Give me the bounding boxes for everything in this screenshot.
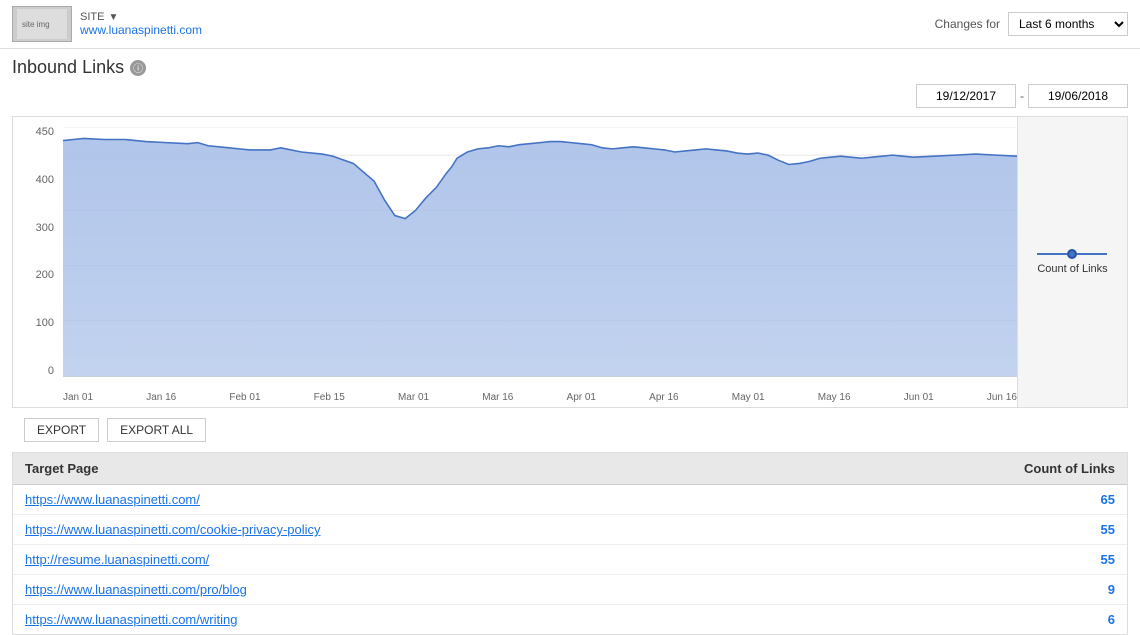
- y-axis: 450 400 300 200 100 0: [13, 127, 58, 377]
- chart-legend: Count of Links: [1017, 117, 1127, 407]
- y-label-0: 0: [48, 366, 54, 377]
- link-count: 65: [1055, 492, 1115, 507]
- x-label-mar16: Mar 16: [482, 392, 513, 403]
- chart-area: 450 400 300 200 100 0: [13, 117, 1017, 407]
- table-row: https://www.luanaspinetti.com/pro/blog 9: [13, 575, 1127, 605]
- period-select[interactable]: Last 6 monthsLast 3 monthsLast monthLast…: [1008, 12, 1128, 36]
- link-count: 55: [1055, 522, 1115, 537]
- x-label-apr01: Apr 01: [567, 392, 596, 403]
- legend-line-right: [1077, 253, 1107, 255]
- start-date-input[interactable]: [916, 84, 1016, 108]
- target-page-link[interactable]: https://www.luanaspinetti.com/writing: [25, 612, 237, 627]
- period-selector-area: Changes for Last 6 monthsLast 3 monthsLa…: [935, 12, 1128, 36]
- x-label-feb15: Feb 15: [314, 392, 345, 403]
- info-icon[interactable]: ⓘ: [130, 60, 146, 76]
- site-logo: site img: [12, 6, 72, 42]
- x-label-jan01: Jan 01: [63, 392, 93, 403]
- changes-for-label: Changes for: [935, 17, 1000, 31]
- target-page-link[interactable]: http://resume.luanaspinetti.com/: [25, 552, 209, 567]
- target-page-link[interactable]: https://www.luanaspinetti.com/cookie-pri…: [25, 522, 321, 537]
- link-count: 9: [1055, 582, 1115, 597]
- page-title: Inbound Links: [12, 57, 124, 78]
- top-bar: site img SITE ▼ www.luanaspinetti.com Ch…: [0, 0, 1140, 49]
- table-header: Target Page Count of Links: [13, 453, 1127, 485]
- table-row: https://www.luanaspinetti.com/writing 6: [13, 605, 1127, 634]
- legend-item: Count of Links: [1037, 249, 1107, 275]
- x-label-jun01: Jun 01: [904, 392, 934, 403]
- page-header: Inbound Links ⓘ: [0, 49, 1140, 84]
- y-label-300: 300: [36, 223, 54, 234]
- end-date-input[interactable]: [1028, 84, 1128, 108]
- site-details: SITE ▼ www.luanaspinetti.com: [80, 11, 202, 37]
- site-dropdown-arrow[interactable]: ▼: [108, 12, 118, 23]
- target-page-link[interactable]: https://www.luanaspinetti.com/pro/blog: [25, 582, 247, 597]
- legend-label: Count of Links: [1037, 263, 1107, 275]
- y-label-400: 400: [36, 175, 54, 186]
- chart-svg: [63, 127, 1017, 377]
- legend-line: [1037, 249, 1107, 259]
- target-page-link[interactable]: https://www.luanaspinetti.com/: [25, 492, 200, 507]
- svg-text:site img: site img: [22, 20, 50, 29]
- col-target-page: Target Page: [25, 461, 98, 476]
- x-label-may01: May 01: [732, 392, 765, 403]
- y-label-100: 100: [36, 318, 54, 329]
- site-url[interactable]: www.luanaspinetti.com: [80, 23, 202, 37]
- site-label[interactable]: SITE ▼: [80, 11, 202, 23]
- chart-section: 450 400 300 200 100 0: [12, 116, 1128, 408]
- table-row: https://www.luanaspinetti.com/cookie-pri…: [13, 515, 1127, 545]
- table-row: http://resume.luanaspinetti.com/55: [13, 545, 1127, 575]
- link-count: 6: [1055, 612, 1115, 627]
- x-label-jun16: Jun 16: [987, 392, 1017, 403]
- chart-canvas: [63, 127, 1017, 377]
- date-separator: -: [1020, 89, 1024, 103]
- table-row: https://www.luanaspinetti.com/65: [13, 485, 1127, 515]
- x-label-may16: May 16: [818, 392, 851, 403]
- x-label-feb01: Feb 01: [229, 392, 260, 403]
- site-info-area: site img SITE ▼ www.luanaspinetti.com: [12, 6, 202, 42]
- x-label-mar01: Mar 01: [398, 392, 429, 403]
- x-axis: Jan 01 Jan 16 Feb 01 Feb 15 Mar 01 Mar 1…: [63, 392, 1017, 403]
- legend-line-left: [1037, 253, 1067, 255]
- x-label-apr16: Apr 16: [649, 392, 678, 403]
- date-range-bar: -: [0, 84, 1140, 116]
- link-count: 55: [1055, 552, 1115, 567]
- table-section: Target Page Count of Links https://www.l…: [12, 453, 1128, 635]
- y-label-200: 200: [36, 270, 54, 281]
- x-label-jan16: Jan 16: [146, 392, 176, 403]
- export-button[interactable]: EXPORT: [24, 418, 99, 442]
- legend-dot: [1067, 249, 1077, 259]
- y-label-450: 450: [36, 127, 54, 138]
- col-count-links: Count of Links: [1024, 461, 1115, 476]
- export-all-button[interactable]: EXPORT ALL: [107, 418, 206, 442]
- table-rows: https://www.luanaspinetti.com/65https://…: [13, 485, 1127, 634]
- export-bar: EXPORT EXPORT ALL: [12, 408, 1128, 453]
